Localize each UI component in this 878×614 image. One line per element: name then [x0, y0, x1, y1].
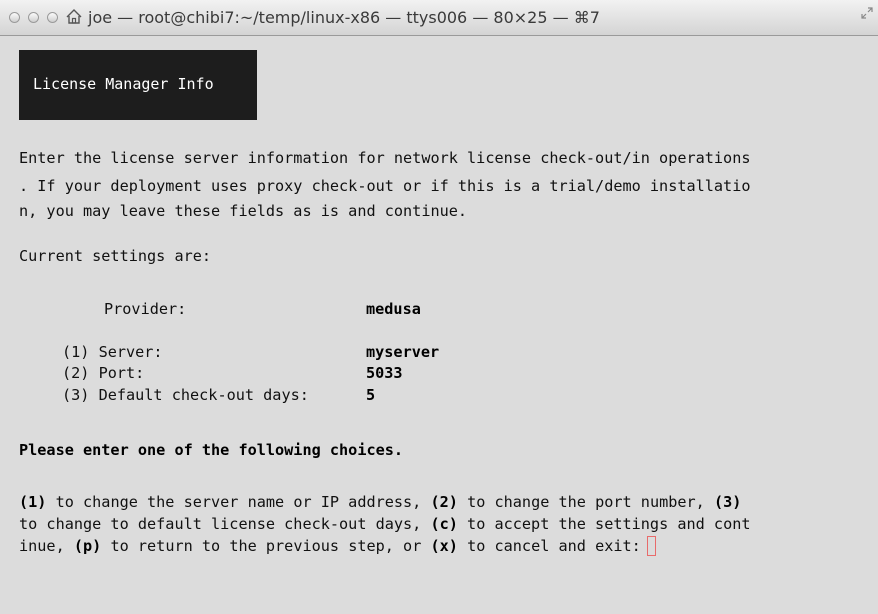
window-title: joe — root@chibi7:~/temp/linux-x86 — tty… [88, 8, 600, 27]
zoom-window-button[interactable] [47, 12, 58, 23]
intro-line-2: . If your deployment uses proxy check-ou… [19, 177, 751, 195]
choice-text-2: to change the port number, [457, 493, 714, 511]
fullscreen-icon[interactable] [860, 6, 874, 20]
intro-line-3: n, you may leave these fields as is and … [19, 202, 468, 220]
setting-port-value: 5033 [366, 364, 403, 382]
choice-text-x: to cancel and exit: [457, 537, 641, 555]
choice-text-4: inue, [19, 537, 74, 555]
setting-days-label: (3) Default check-out days: [62, 386, 309, 404]
setting-days-value: 5 [366, 386, 376, 404]
provider-value: medusa [366, 300, 421, 318]
choice-text-c: to accept the settings and cont [457, 515, 751, 533]
choice-text-p: to return to the previous step, or [101, 537, 431, 555]
setting-server-value: myserver [366, 343, 440, 361]
provider-label: Provider: [104, 300, 187, 318]
choice-key-2: (2) [430, 493, 458, 511]
choice-key-p: (p) [73, 537, 102, 555]
choice-text-3: to change to default license check-out d… [19, 515, 431, 533]
choice-key-1: (1) [19, 493, 47, 511]
terminal-window: joe — root@chibi7:~/temp/linux-x86 — tty… [0, 0, 878, 614]
choice-key-3: (3) [713, 493, 742, 511]
close-window-button[interactable] [9, 12, 20, 23]
choices-line-2: to change to default license check-out d… [19, 514, 751, 534]
choice-text-1: to change the server name or IP address, [46, 493, 431, 511]
choices-line-3: inue, (p) to return to the previous step… [19, 536, 656, 556]
current-settings-label: Current settings are: [19, 247, 212, 265]
license-manager-banner: License Manager Info [19, 50, 257, 120]
title-bar[interactable]: joe — root@chibi7:~/temp/linux-x86 — tty… [0, 0, 878, 36]
banner-title: License Manager Info [33, 75, 214, 93]
choices-line-1: (1) to change the server name or IP addr… [19, 492, 741, 512]
intro-line-1: Enter the license server information for… [19, 149, 751, 167]
prompt-heading: Please enter one of the following choice… [19, 441, 404, 459]
setting-server-label: (1) Server: [62, 343, 163, 361]
choice-key-x: (x) [430, 537, 458, 555]
text-cursor[interactable] [646, 536, 656, 556]
minimize-window-button[interactable] [28, 12, 39, 23]
setting-port-label: (2) Port: [62, 364, 145, 382]
terminal-content[interactable]: License Manager Info Enter the license s… [19, 36, 878, 614]
choice-key-c: (c) [430, 515, 458, 533]
home-icon [66, 9, 82, 24]
